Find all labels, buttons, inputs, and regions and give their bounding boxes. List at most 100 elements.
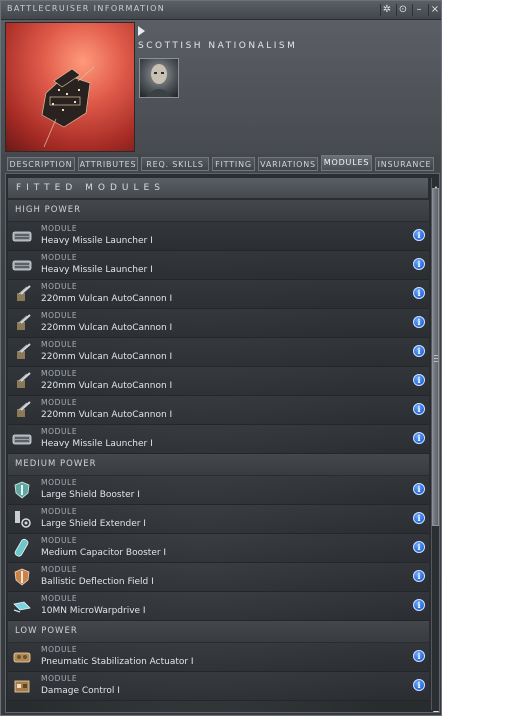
scroll-down-icon[interactable]: [432, 702, 439, 712]
module-type: MODULE: [41, 594, 78, 603]
module-name: Large Shield Extender I: [41, 519, 146, 529]
close-button[interactable]: ×: [428, 4, 441, 16]
module-row[interactable]: MODULE 220mm Vulcan AutoCannon I i: [8, 338, 429, 367]
info-icon[interactable]: i: [413, 650, 425, 662]
autocannon-icon: [12, 313, 32, 333]
module-row[interactable]: MODULE Damage Control I i: [8, 672, 429, 701]
module-row[interactable]: MODULE Large Shield Booster I i: [8, 476, 429, 505]
expand-arrow-icon[interactable]: [138, 26, 145, 36]
tab-attributes[interactable]: ATTRIBUTES: [78, 157, 138, 171]
tab-modules[interactable]: MODULES: [321, 155, 372, 171]
module-row[interactable]: MODULE 10MN MicroWarpdrive I i: [8, 592, 429, 621]
module-list: HIGH POWER MODULE Heavy Missile Launcher…: [8, 200, 429, 701]
damage-control-icon: [12, 676, 32, 696]
section-low-power[interactable]: LOW POWER: [8, 621, 429, 643]
module-type: MODULE: [41, 674, 78, 683]
ship-render-image: [5, 22, 135, 152]
stabilization-actuator-icon: [12, 647, 32, 667]
settings-icon[interactable]: ✲: [380, 4, 393, 16]
tab-fitting[interactable]: FITTING: [212, 157, 255, 171]
shield-booster-icon: [12, 480, 32, 500]
module-row[interactable]: MODULE Heavy Missile Launcher I i: [8, 222, 429, 251]
module-name: 220mm Vulcan AutoCannon I: [41, 323, 173, 333]
module-type: MODULE: [41, 311, 78, 320]
info-icon[interactable]: i: [413, 483, 425, 495]
info-icon[interactable]: i: [413, 570, 425, 582]
info-icon[interactable]: i: [413, 374, 425, 386]
module-type: MODULE: [41, 369, 78, 378]
module-name: 220mm Vulcan AutoCannon I: [41, 410, 173, 420]
modules-panel: FITTED MODULES HIGH POWER MODULE Heavy M…: [5, 173, 440, 713]
module-type: MODULE: [41, 536, 78, 545]
ship-name: SCOTTISH NATIONALISM: [138, 41, 298, 51]
module-type: MODULE: [41, 507, 78, 516]
info-icon[interactable]: i: [413, 679, 425, 691]
minimize-button[interactable]: –: [412, 4, 425, 16]
module-row[interactable]: MODULE Pneumatic Stabilization Actuator …: [8, 643, 429, 672]
missile-launcher-icon: [12, 226, 32, 246]
module-name: 220mm Vulcan AutoCannon I: [41, 294, 173, 304]
autocannon-icon: [12, 342, 32, 362]
module-type: MODULE: [41, 398, 78, 407]
tab-insurance[interactable]: INSURANCE: [375, 157, 434, 171]
microwarpdrive-icon: [12, 596, 32, 616]
module-type: MODULE: [41, 427, 78, 436]
window-title: BATTLECRUISER INFORMATION: [7, 4, 166, 13]
module-row[interactable]: MODULE 220mm Vulcan AutoCannon I i: [8, 280, 429, 309]
module-row[interactable]: MODULE Heavy Missile Launcher I i: [8, 425, 429, 454]
info-icon[interactable]: i: [413, 345, 425, 357]
tab-bar: DESCRIPTION ATTRIBUTES REQ. SKILLS FITTI…: [7, 155, 437, 171]
info-icon[interactable]: i: [413, 316, 425, 328]
module-name: Heavy Missile Launcher I: [41, 265, 153, 275]
deflection-field-icon: [12, 567, 32, 587]
module-row[interactable]: MODULE 220mm Vulcan AutoCannon I i: [8, 396, 429, 425]
module-name: Large Shield Booster I: [41, 490, 140, 500]
module-name: 220mm Vulcan AutoCannon I: [41, 352, 173, 362]
module-row[interactable]: MODULE Ballistic Deflection Field I i: [8, 563, 429, 592]
module-type: MODULE: [41, 253, 78, 262]
pilot-portrait[interactable]: [139, 58, 179, 98]
module-row[interactable]: MODULE Large Shield Extender I i: [8, 505, 429, 534]
module-type: MODULE: [41, 282, 78, 291]
module-row[interactable]: MODULE Medium Capacitor Booster I i: [8, 534, 429, 563]
info-icon[interactable]: i: [413, 258, 425, 270]
module-name: 220mm Vulcan AutoCannon I: [41, 381, 173, 391]
fitted-modules-header: FITTED MODULES: [8, 178, 428, 198]
tab-description[interactable]: DESCRIPTION: [7, 157, 75, 171]
module-name: 10MN MicroWarpdrive I: [41, 606, 146, 616]
module-name: Ballistic Deflection Field I: [41, 577, 154, 587]
info-icon[interactable]: i: [413, 432, 425, 444]
autocannon-icon: [12, 284, 32, 304]
info-icon[interactable]: i: [413, 403, 425, 415]
module-row[interactable]: MODULE 220mm Vulcan AutoCannon I i: [8, 309, 429, 338]
info-icon[interactable]: i: [413, 287, 425, 299]
shield-extender-icon: [12, 509, 32, 529]
section-medium-power[interactable]: MEDIUM POWER: [8, 454, 429, 476]
module-type: MODULE: [41, 340, 78, 349]
info-icon[interactable]: i: [413, 599, 425, 611]
tab-variations[interactable]: VARIATIONS: [258, 157, 318, 171]
module-type: MODULE: [41, 565, 78, 574]
module-type: MODULE: [41, 478, 78, 487]
module-row[interactable]: MODULE 220mm Vulcan AutoCannon I i: [8, 367, 429, 396]
info-icon[interactable]: i: [413, 512, 425, 524]
module-type: MODULE: [41, 224, 78, 233]
scroll-up-icon[interactable]: [432, 178, 439, 191]
module-name: Heavy Missile Launcher I: [41, 236, 153, 246]
info-toggle-icon[interactable]: ⊙: [396, 4, 409, 16]
info-icon[interactable]: i: [413, 541, 425, 553]
title-bar[interactable]: BATTLECRUISER INFORMATION ✲ ⊙ – ×: [1, 1, 441, 20]
info-icon[interactable]: i: [413, 229, 425, 241]
autocannon-icon: [12, 400, 32, 420]
module-name: Damage Control I: [41, 686, 120, 696]
module-list-scrollbar[interactable]: [431, 178, 439, 712]
module-name: Medium Capacitor Booster I: [41, 548, 167, 558]
section-high-power[interactable]: HIGH POWER: [8, 200, 429, 222]
autocannon-icon: [12, 371, 32, 391]
module-type: MODULE: [41, 645, 78, 654]
tab-req-skills[interactable]: REQ. SKILLS: [141, 157, 209, 171]
module-name: Heavy Missile Launcher I: [41, 439, 153, 449]
module-row[interactable]: MODULE Heavy Missile Launcher I i: [8, 251, 429, 280]
scroll-thumb[interactable]: [432, 188, 439, 526]
missile-launcher-icon: [12, 429, 32, 449]
